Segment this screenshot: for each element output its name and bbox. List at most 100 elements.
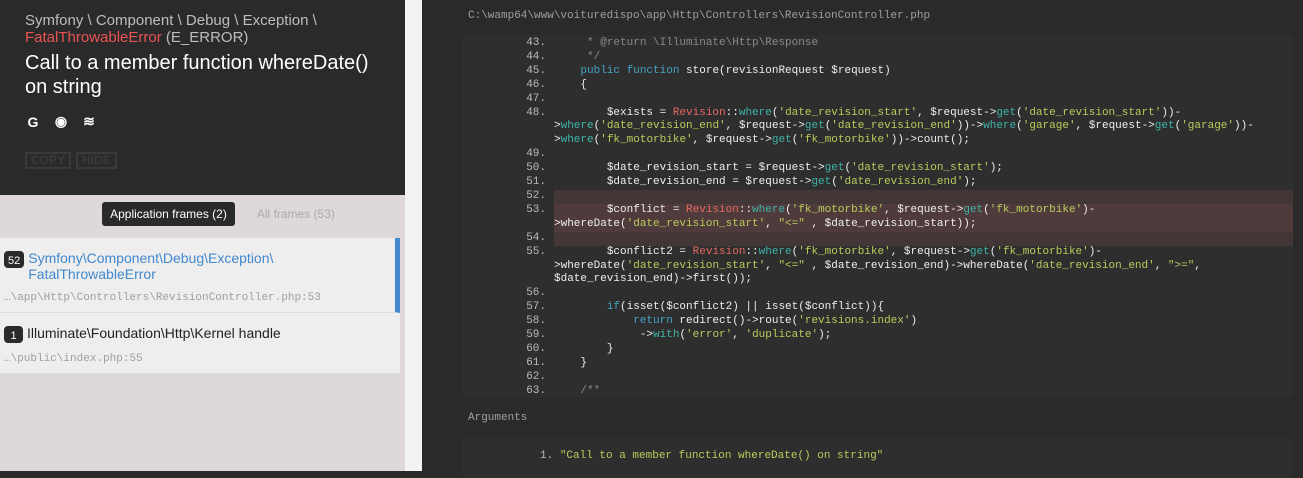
line-code: $date_revision_end = $request->get('date… xyxy=(554,176,1293,190)
code-token: :: xyxy=(738,203,753,216)
code-token: , $request-> xyxy=(1075,120,1155,133)
line-number: 58. xyxy=(526,315,546,328)
duckduckgo-icon[interactable]: ◉ xyxy=(53,113,69,130)
code-token: 'fk_motorbike' xyxy=(989,203,1083,216)
line-code: ->with('error', 'duplicate'); xyxy=(554,329,1293,343)
exception-message: Call to a member function whereDate() on… xyxy=(25,52,369,98)
code-token: ( xyxy=(983,203,990,216)
code-token: $date_revision_end = $request-> xyxy=(554,176,812,189)
line-number: 62. xyxy=(526,370,546,383)
code-line: 59. ->with('error', 'duplicate'); xyxy=(462,329,1293,343)
code-token: , xyxy=(765,259,779,272)
frame-index: 1 xyxy=(4,326,23,343)
code-line: 63. /** xyxy=(462,385,1293,398)
code-token: $conflict = xyxy=(554,203,687,216)
code-token: with xyxy=(653,329,680,342)
code-token: where xyxy=(983,120,1017,133)
line-code: return redirect()->route('revisions.inde… xyxy=(554,315,1293,329)
line-number: 50. xyxy=(526,162,546,175)
line-code: } xyxy=(554,357,1293,371)
argument-value: "Call to a member function whereDate() o… xyxy=(559,450,884,462)
line-code: */ xyxy=(554,51,1293,65)
code-token: 'fk_motorbike' xyxy=(600,134,693,147)
code-token: $conflict2 = xyxy=(554,245,693,258)
line-number: 55. xyxy=(526,245,546,258)
code-token: where xyxy=(752,203,786,216)
code-token: ))-> xyxy=(956,120,984,133)
scrollbar[interactable] xyxy=(405,0,422,471)
code-token: where xyxy=(560,134,594,147)
google-icon[interactable]: G xyxy=(25,114,41,130)
code-line: 55. $conflict2 = Revision::where('fk_mot… xyxy=(462,246,1293,288)
code-token: 'date_revision_start' xyxy=(1022,106,1162,119)
code-token: 'date_revision_start' xyxy=(626,259,766,272)
line-number: 53. xyxy=(526,203,546,216)
code-token: 'fk_motorbike' xyxy=(791,203,885,216)
code-token: , $request-> xyxy=(725,120,805,133)
code-token: where xyxy=(758,245,792,258)
code-token: , $request-> xyxy=(890,245,970,258)
code-token: Revision xyxy=(672,106,726,119)
code-token: get xyxy=(969,245,990,258)
frame-item[interactable]: 52 Symfony\Component\Debug\Exception\ Fat… xyxy=(0,238,400,313)
code-token: 'date_revision_end' xyxy=(831,120,957,133)
line-code: * @return \Illuminate\Http\Response xyxy=(554,37,1293,51)
code-token: if xyxy=(606,301,621,314)
code-token: get xyxy=(996,106,1017,119)
code-token: , $request-> xyxy=(917,106,997,119)
argument-index: 1. xyxy=(540,450,554,462)
line-code xyxy=(554,231,1293,246)
code-token: ( xyxy=(1016,106,1023,119)
code-token: public function xyxy=(580,64,680,77)
tab-all-frames[interactable]: All frames (53) xyxy=(249,202,343,226)
code-token: :: xyxy=(725,106,739,119)
code-token: ))->count(); xyxy=(890,134,970,147)
code-token: 'date_revision_end' xyxy=(837,176,964,189)
line-number: 61. xyxy=(526,356,546,369)
code-line: 60. } xyxy=(462,343,1293,357)
line-code: public function store(revisionRequest $r… xyxy=(554,65,1293,79)
code-token: get xyxy=(811,176,832,189)
frame-class: Symfony\Component\Debug\Exception\ Fatal… xyxy=(28,250,274,282)
exception-name: FatalThrowableError xyxy=(25,29,162,46)
code-line: 45. public function store(revisionReques… xyxy=(462,65,1293,79)
code-token: $exists = xyxy=(554,106,673,119)
tab-application-frames[interactable]: Application frames (2) xyxy=(102,201,235,226)
code-token: , $date_revision_end)->whereDate( xyxy=(804,259,1030,272)
copy-button[interactable]: COPY xyxy=(25,152,72,169)
code-token: get xyxy=(824,162,845,175)
code-token: "<=" xyxy=(778,259,805,272)
file-path: C:\wamp64\www\voituredispo\app\Http\Cont… xyxy=(468,10,931,22)
search-links: G ◉ ≋ xyxy=(25,113,380,130)
line-number: 49. xyxy=(526,148,546,161)
line-number: 48. xyxy=(526,106,546,119)
code-line: 62. xyxy=(462,371,1293,385)
code-token: , $request-> xyxy=(692,134,772,147)
code-token: (isset($conflict2) || isset($conflict)){ xyxy=(620,301,885,314)
frame-item[interactable]: 1 Illuminate\Foundation\Http\Kernel handl… xyxy=(0,313,400,374)
frame-file: …\public\index.php:55 xyxy=(4,353,143,365)
code-token: where xyxy=(560,120,594,133)
line-number: 44. xyxy=(526,50,546,63)
code-token: */ xyxy=(554,50,601,63)
frame-class: Illuminate\Foundation\Http\Kernel handle xyxy=(27,325,281,341)
code-token: 'date_revision_end' xyxy=(600,120,726,133)
line-number: 52. xyxy=(526,189,546,202)
code-token: } xyxy=(554,356,588,369)
code-token: ( xyxy=(785,203,792,216)
hide-button[interactable]: HIDE xyxy=(76,152,117,169)
code-line: 51. $date_revision_end = $request->get('… xyxy=(462,176,1293,190)
line-number: 60. xyxy=(526,342,546,355)
code-line: 43. * @return \Illuminate\Http\Response xyxy=(462,37,1293,51)
code-line: 47. xyxy=(462,93,1293,107)
frame-index: 52 xyxy=(4,251,25,268)
code-token: ">=" xyxy=(1167,259,1195,272)
line-number: 57. xyxy=(526,301,546,314)
stackoverflow-icon[interactable]: ≋ xyxy=(81,113,97,130)
line-code: /** xyxy=(554,385,1293,398)
line-code: $conflict = Revision::where('fk_motorbik… xyxy=(554,203,1293,232)
